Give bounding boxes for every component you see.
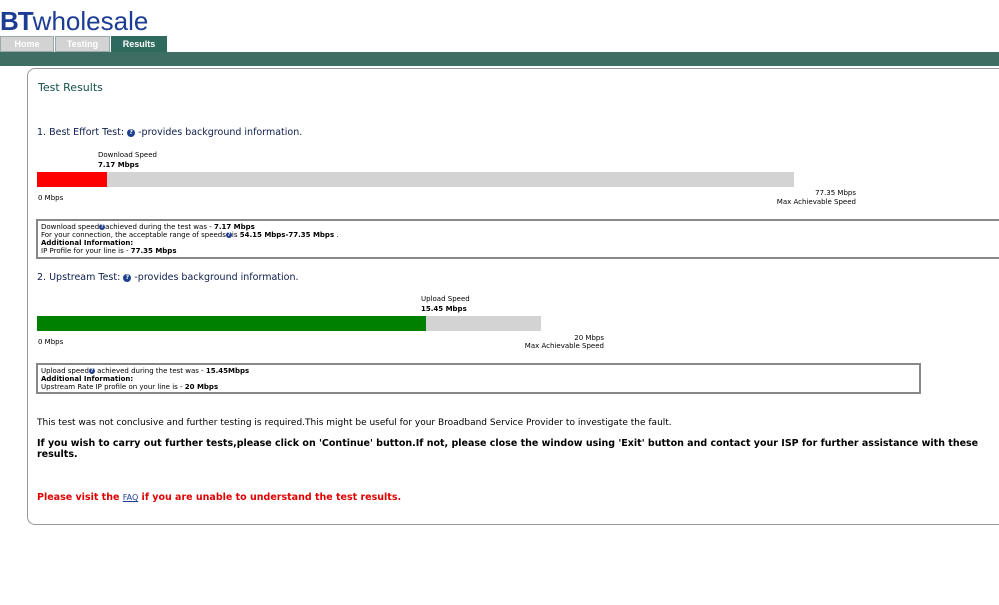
upload-marker-label: Upload Speed [421, 295, 470, 303]
faq-link[interactable]: FAQ [123, 493, 139, 502]
upload-info-line3: Upstream Rate IP profile on your line is… [41, 383, 916, 391]
question-icon[interactable]: ? [127, 128, 136, 137]
text: IP Profile for your line is - [41, 247, 131, 255]
text: For your connection, the acceptable rang… [41, 231, 226, 239]
upstream-suffix: -provides background information. [134, 272, 299, 283]
upload-max-value: 20 Mbps [574, 334, 604, 342]
tab-home[interactable]: Home [0, 36, 54, 52]
best-effort-suffix: -provides background information. [138, 127, 303, 138]
upload-min-label: 0 Mbps [38, 338, 64, 346]
download-info-line4: IP Profile for your line is - 77.35 Mbps [41, 247, 999, 255]
download-max-label: Max Achievable Speed [776, 198, 856, 206]
upload-speed-fill [37, 316, 426, 331]
faq-message: Please visit the FAQ if you are unable t… [37, 492, 401, 503]
download-info-line2: For your connection, the acceptable rang… [41, 231, 999, 239]
download-min-label: 0 Mbps [38, 194, 64, 202]
download-info-line1: Download speed? achieved during the test … [41, 223, 999, 231]
faq-pre: Please visit the [37, 492, 123, 503]
upload-speed-value: 15.45Mbps [205, 367, 250, 375]
text: . [334, 231, 339, 239]
tab-results[interactable]: Results [111, 36, 167, 53]
upload-additional-info: Additional Information: [41, 375, 134, 383]
download-speed-bar [37, 172, 794, 187]
upstream-title: 2. Upstream Test: [37, 272, 121, 283]
best-effort-heading: 1. Best Effort Test: ? -provides backgro… [37, 127, 302, 138]
logo-wholesale: wholesale [32, 6, 149, 36]
text: Upstream Rate IP profile on your line is… [41, 383, 185, 391]
upstream-heading: 2. Upstream Test: ? -provides background… [37, 272, 299, 283]
download-info-box: Download speed? achieved during the test … [36, 219, 999, 259]
text: Download speed [41, 223, 100, 231]
tab-testing[interactable]: Testing [55, 36, 110, 52]
text: achieved during the test was - [105, 223, 214, 231]
bt-wholesale-logo: BTwholesale [0, 6, 148, 36]
text: Upload speed [41, 367, 89, 375]
best-effort-title: 1. Best Effort Test: [37, 127, 125, 138]
header-band [0, 52, 999, 66]
download-additional-info: Additional Information: [41, 239, 134, 247]
upload-max-label: Max Achievable Speed [524, 342, 604, 350]
faq-post: if you are unable to understand the test… [138, 492, 402, 503]
instructions-message: If you wish to carry out further tests,p… [37, 438, 979, 460]
text: is [231, 231, 240, 239]
download-speed-fill [37, 172, 107, 187]
acceptable-range-value: 54.15 Mbps-77.35 Mbps [239, 231, 335, 239]
upload-info-line1: Upload speed? achieved during the test w… [41, 367, 916, 375]
download-marker-value: 7.17 Mbps [98, 161, 139, 169]
upload-info-box: Upload speed? achieved during the test w… [36, 363, 921, 394]
question-icon[interactable]: ? [123, 273, 132, 282]
download-max-value: 77.35 Mbps [815, 189, 856, 197]
inconclusive-message: This test was not conclusive and further… [37, 418, 672, 428]
page-title: Test Results [38, 81, 103, 94]
upstream-profile-value: 20 Mbps [184, 383, 219, 391]
logo-bt: BT [0, 6, 34, 36]
download-marker-label: Download Speed [98, 151, 157, 159]
upload-speed-bar [37, 316, 541, 331]
upload-marker-value: 15.45 Mbps [421, 305, 467, 313]
download-speed-value: 7.17 Mbps [213, 223, 255, 231]
text: achieved during the test was - [94, 367, 206, 375]
ip-profile-value: 77.35 Mbps [130, 247, 177, 255]
